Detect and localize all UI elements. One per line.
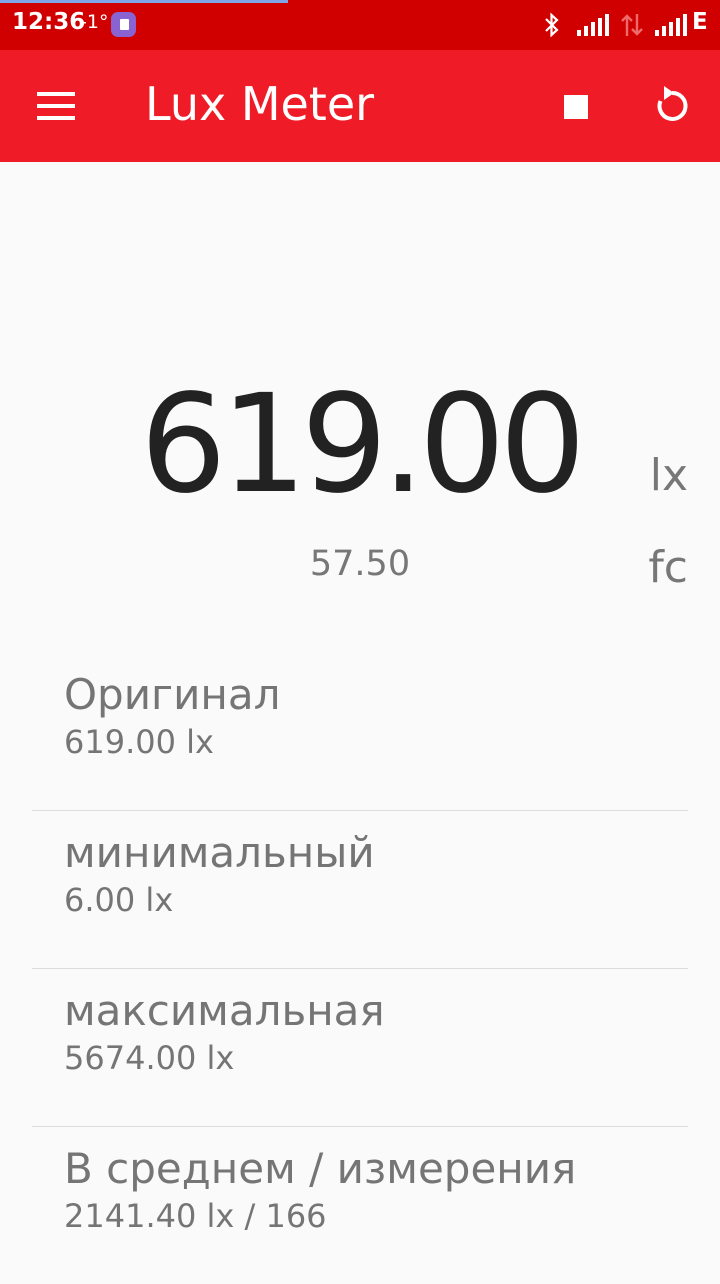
refresh-icon[interactable] — [650, 84, 694, 128]
stat-label: Оригинал — [64, 670, 281, 719]
lux-reading: 619.00 — [140, 366, 586, 524]
stop-icon[interactable] — [564, 95, 588, 119]
menu-icon[interactable] — [37, 92, 75, 120]
data-transfer-icon — [621, 14, 643, 36]
stat-label: максимальная — [64, 986, 385, 1035]
stat-label: минимальный — [64, 828, 375, 877]
status-time: 12:36 — [12, 9, 86, 35]
stat-value: 619.00 lx — [64, 723, 214, 761]
status-temperature: -1° — [80, 11, 109, 33]
signal-icon — [577, 14, 609, 36]
stat-average: В среднем / измерения 2141.40 lx / 166 — [32, 1126, 688, 1284]
stat-value: 5674.00 lx — [64, 1039, 235, 1077]
footcandle-unit: fc — [648, 542, 688, 593]
stat-original: Оригинал 619.00 lx — [32, 652, 688, 811]
stat-minimum: минимальный 6.00 lx — [32, 810, 688, 969]
stat-value: 6.00 lx — [64, 881, 174, 919]
signal-icon — [655, 14, 687, 36]
stat-label: В среднем / измерения — [64, 1144, 577, 1193]
network-type-label: E — [692, 9, 708, 35]
app-notification-icon — [111, 12, 136, 37]
stat-value: 2141.40 lx / 166 — [64, 1197, 327, 1235]
app-bar: Lux Meter — [0, 50, 720, 162]
app-title: Lux Meter — [145, 77, 375, 131]
lux-unit: lx — [649, 450, 688, 501]
status-bar: 12:36 -1° E — [0, 0, 720, 50]
footcandle-reading: 57.50 — [309, 544, 411, 584]
stat-maximum: максимальная 5674.00 lx — [32, 968, 688, 1127]
status-progress-indicator — [0, 0, 288, 3]
bluetooth-icon — [545, 12, 559, 38]
